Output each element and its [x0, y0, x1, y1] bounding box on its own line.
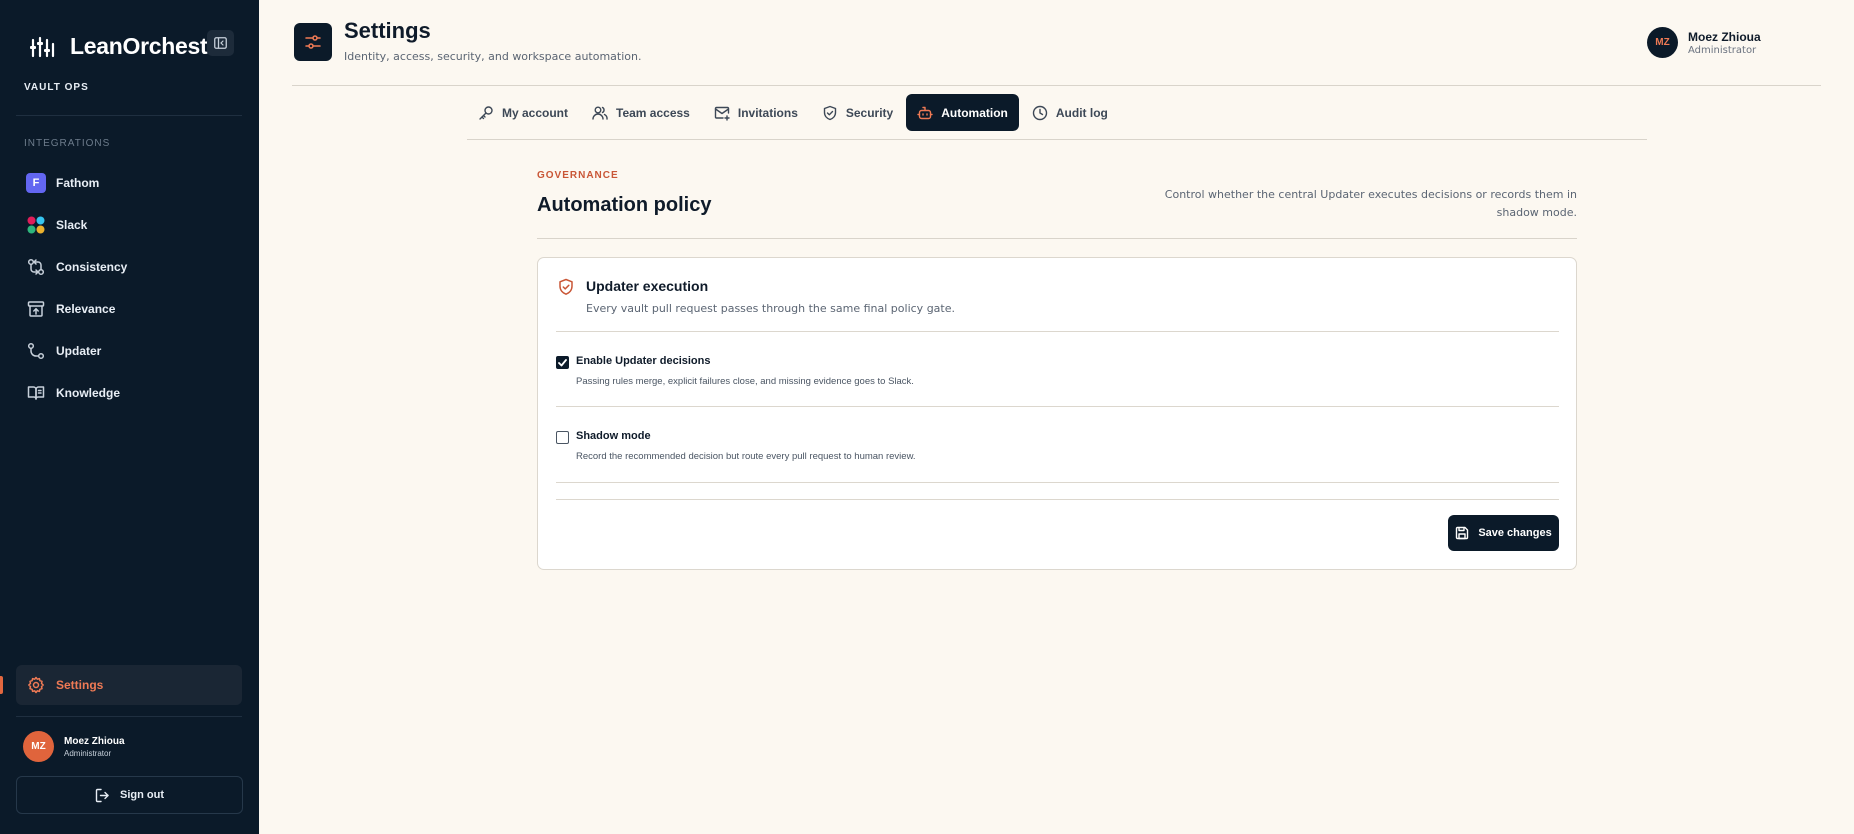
shadow-mode-label[interactable]: Shadow mode — [576, 430, 651, 442]
sidebar-item-label: Slack — [56, 218, 88, 232]
book-open-icon — [26, 383, 46, 403]
shadow-mode-description: Record the recommended decision but rout… — [576, 451, 916, 462]
user-name: Moez Zhioua — [64, 735, 125, 747]
updater-execution-card: Updater execution Every vault pull reque… — [537, 257, 1577, 570]
sidebar-item-label: Relevance — [56, 302, 116, 316]
settings-tabs: My account Team access Invitations Secur… — [467, 94, 1121, 131]
tab-my-account[interactable]: My account — [467, 94, 579, 131]
sidebar-item-slack[interactable]: Slack — [16, 206, 242, 244]
tab-automation[interactable]: Automation — [906, 94, 1019, 131]
header-user[interactable]: MZ Moez Zhioua Administrator — [1647, 27, 1761, 58]
sign-out-label: Sign out — [120, 789, 164, 801]
sidebar-item-label: Fathom — [56, 176, 100, 190]
card-divider — [556, 406, 1559, 407]
active-indicator — [0, 676, 3, 694]
sidebar-item-fathom[interactable]: F Fathom — [16, 164, 242, 202]
tab-audit-log[interactable]: Audit log — [1021, 94, 1119, 131]
page-subtitle: Identity, access, security, and workspac… — [344, 50, 642, 63]
sidebar-item-label: Settings — [56, 678, 104, 692]
page-title: Settings — [344, 18, 431, 43]
sidebar-user[interactable]: MZ Moez Zhioua Administrator — [23, 731, 125, 762]
enable-updater-description: Passing rules merge, explicit failures c… — [576, 376, 914, 387]
key-icon — [479, 105, 493, 120]
tab-label: Team access — [616, 105, 690, 120]
tab-label: Audit log — [1055, 105, 1108, 120]
mail-plus-icon — [714, 106, 730, 121]
sidebar-divider — [16, 115, 242, 116]
users-icon — [592, 106, 608, 120]
sliders-icon — [305, 35, 321, 49]
sidebar: LeanOrchestr VAULT OPS INTEGRATIONS F Fa… — [0, 0, 259, 834]
user-role: Administrator — [1688, 44, 1757, 56]
section-description: Control whether the central Updater exec… — [1164, 188, 1577, 219]
sidebar-item-settings[interactable]: Settings — [16, 665, 242, 705]
sidebar-divider — [16, 716, 242, 717]
sidebar-item-label: Consistency — [56, 260, 128, 274]
save-changes-label: Save changes — [1478, 527, 1552, 539]
settings-header-icon — [294, 23, 332, 61]
card-divider — [556, 482, 1559, 483]
user-role: Administrator — [64, 748, 112, 758]
tab-security[interactable]: Security — [811, 94, 904, 131]
enable-updater-label[interactable]: Enable Updater decisions — [576, 355, 710, 367]
card-divider — [556, 331, 1559, 332]
card-title: Updater execution — [586, 278, 709, 294]
log-out-icon — [95, 788, 109, 802]
sign-out-button[interactable]: Sign out — [16, 776, 243, 814]
section-eyebrow: GOVERNANCE — [537, 170, 619, 181]
tabs-divider — [467, 139, 1647, 140]
save-icon — [1456, 526, 1469, 540]
slack-icon — [26, 215, 46, 235]
sidebar-item-label: Knowledge — [56, 386, 121, 400]
workspace-name: VAULT OPS — [24, 82, 89, 93]
avatar: MZ — [23, 731, 54, 762]
shadow-mode-checkbox[interactable] — [556, 431, 569, 444]
save-changes-button[interactable]: Save changes — [1448, 515, 1559, 551]
check-icon — [558, 358, 567, 366]
avatar: MZ — [1647, 27, 1678, 58]
tab-team-access[interactable]: Team access — [581, 94, 701, 131]
gear-icon — [26, 675, 46, 695]
clock-icon — [1032, 105, 1048, 120]
bot-icon — [917, 106, 933, 119]
fathom-icon: F — [26, 173, 46, 193]
brand[interactable]: LeanOrchestr — [30, 33, 216, 60]
brand-name: LeanOrchestr — [70, 33, 216, 59]
git-compare-icon — [26, 257, 46, 277]
tab-label: My account — [502, 105, 569, 120]
collapse-sidebar-button[interactable] — [207, 30, 234, 56]
sidebar-item-relevance[interactable]: Relevance — [16, 290, 242, 328]
card-footer-divider — [556, 499, 1559, 500]
enable-updater-checkbox[interactable] — [556, 356, 569, 369]
section-divider — [537, 238, 1577, 239]
sliders-logo-icon — [30, 36, 55, 57]
integrations-section-label: INTEGRATIONS — [24, 138, 111, 149]
shield-check-icon — [823, 105, 837, 120]
sidebar-item-label: Updater — [56, 344, 102, 358]
tab-label: Invitations — [737, 105, 798, 120]
header-divider — [292, 85, 1821, 86]
sidebar-item-knowledge[interactable]: Knowledge — [16, 374, 242, 412]
git-branch-icon — [26, 341, 46, 361]
tab-invitations[interactable]: Invitations — [703, 94, 809, 131]
sidebar-item-consistency[interactable]: Consistency — [16, 248, 242, 286]
shield-check-icon — [559, 278, 573, 295]
sidebar-item-updater[interactable]: Updater — [16, 332, 242, 370]
sidebar-toggle-icon — [214, 37, 227, 49]
user-name: Moez Zhioua — [1688, 29, 1761, 44]
tab-label: Automation — [941, 105, 1008, 120]
archive-upload-icon — [26, 299, 46, 319]
section-title: Automation policy — [537, 194, 712, 216]
card-subtitle: Every vault pull request passes through … — [586, 302, 955, 315]
tab-label: Security — [845, 105, 894, 120]
